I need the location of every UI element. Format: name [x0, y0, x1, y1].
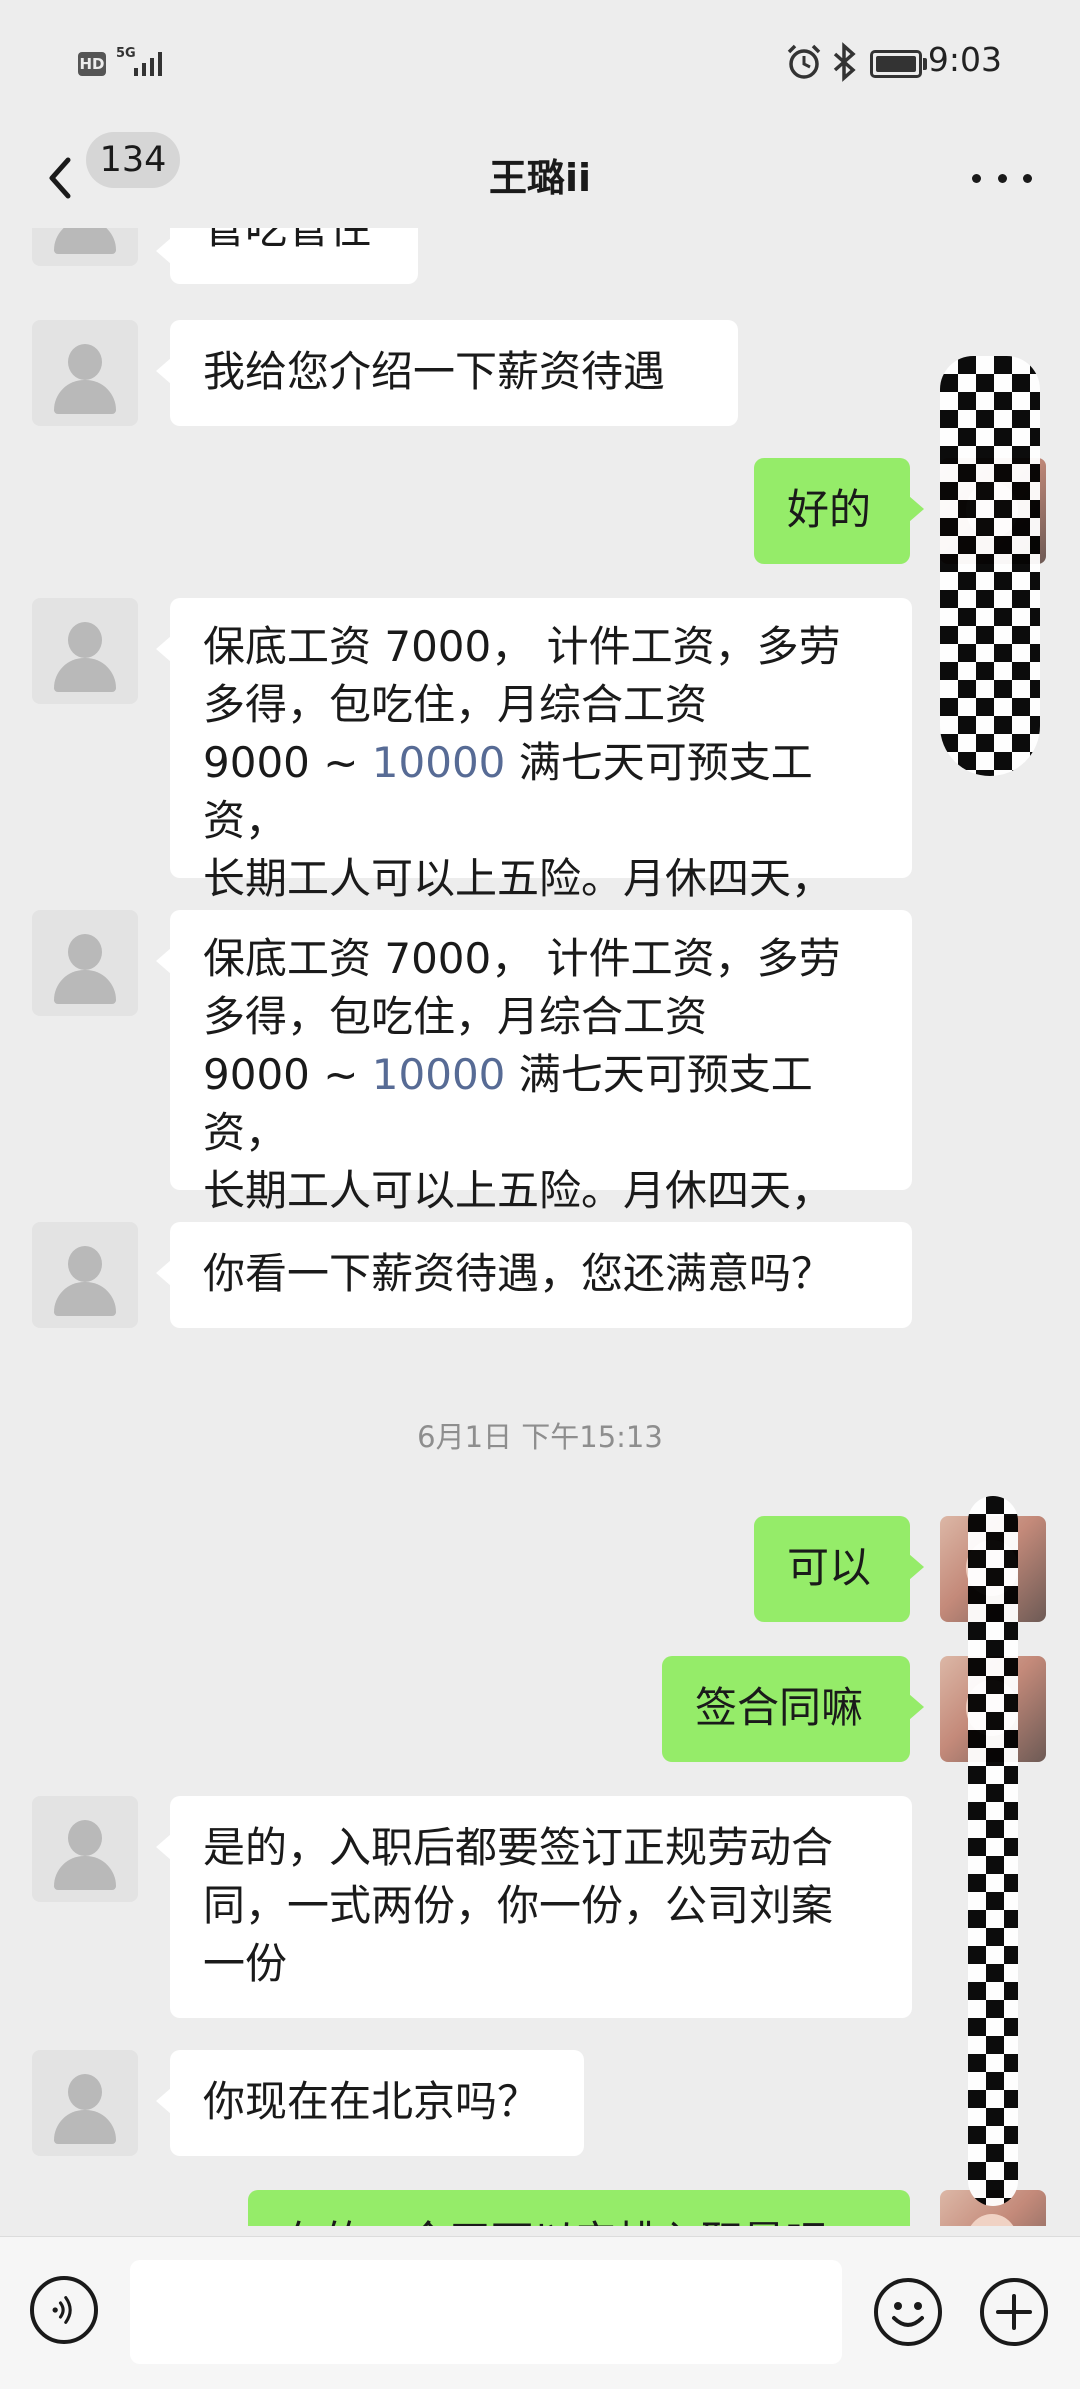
phone-link[interactable]: 10000 [372, 1050, 506, 1099]
message-line: 一份 [203, 1939, 288, 1988]
message-line: 同，一式两份，你一份，公司刘案 [203, 1881, 834, 1930]
alarm-icon [787, 44, 821, 79]
message-bubble-sent[interactable]: 签合同嘛 [662, 1656, 924, 1762]
message-line: 保底工资 7000， 计件工资，多劳 [203, 622, 841, 671]
message-line-group: 9000 ~ 10000 满七天可预支工资， [203, 734, 879, 850]
message-text: 管吃管住 [203, 228, 372, 253]
message-input[interactable] [130, 2260, 842, 2364]
message-bubble[interactable]: 管吃管住 [156, 228, 418, 284]
clock: 9:03 [927, 40, 1002, 79]
my-avatar[interactable] [940, 458, 1046, 564]
message-line: 是的，入职后都要签订正规劳动合 [203, 1823, 834, 1872]
message-line: 多得，包吃住，月综合工资 [203, 992, 708, 1041]
voice-icon[interactable] [30, 2276, 98, 2344]
bluetooth-icon [833, 42, 856, 82]
contact-avatar[interactable] [32, 1796, 138, 1902]
message-line: 长期工人可以上五险。月休四天， [203, 854, 834, 903]
message-text: 好的 [787, 485, 872, 534]
my-avatar[interactable] [940, 1656, 1046, 1762]
message-line: 9000 ~ [203, 1050, 372, 1099]
message-line: 9000 ~ [203, 738, 372, 787]
my-avatar[interactable] [940, 1516, 1046, 1622]
phone-link[interactable]: 10000 [372, 738, 506, 787]
message-line: 长期工人可以上五险。月休四天， [203, 1166, 834, 1215]
plus-icon[interactable] [978, 2276, 1050, 2348]
message-text: 可以 [787, 1543, 872, 1592]
hd-badge: HD [78, 52, 106, 76]
contact-avatar[interactable] [32, 228, 138, 266]
message-text: 你看一下薪资待遇，您还满意吗？ [203, 1249, 834, 1298]
my-avatar[interactable] [940, 2190, 1046, 2226]
message-bubble-sent[interactable]: 在的，今天可以安排入职是吧 [248, 2190, 910, 2226]
chat-title: 王璐ii [488, 156, 592, 200]
message-text: 签合同嘛 [695, 1683, 864, 1732]
message-bubble[interactable]: 你看一下薪资待遇，您还满意吗？ [156, 1222, 912, 1328]
message-bubble-sent[interactable]: 好的 [754, 458, 924, 564]
contact-avatar[interactable] [32, 910, 138, 1016]
message-bubble[interactable]: 保底工资 7000， 计件工资，多劳 多得，包吃住，月综合工资 9000 ~ 1… [156, 598, 912, 903]
message-bubble[interactable]: 保底工资 7000， 计件工资，多劳 多得，包吃住，月综合工资 9000 ~ 1… [156, 910, 912, 1215]
message-bubble[interactable]: 我给您介绍一下薪资待遇 [156, 320, 738, 426]
more-icon[interactable] [972, 158, 1032, 198]
battery-tip [923, 58, 927, 70]
message-line: 保底工资 7000， 计件工资，多劳 [203, 934, 841, 983]
message-timestamp: 6月1日 下午15:13 [417, 1420, 663, 1454]
contact-avatar[interactable] [32, 1222, 138, 1328]
message-line: 多得，包吃住，月综合工资 [203, 680, 708, 729]
message-text: 我给您介绍一下薪资待遇 [203, 347, 666, 396]
message-bubble[interactable]: 你现在在北京吗？ [156, 2050, 584, 2156]
redaction-scribble [940, 356, 1040, 776]
battery-icon [870, 50, 922, 78]
signal-icon [134, 52, 162, 76]
contact-avatar[interactable] [32, 320, 138, 426]
message-bubble[interactable]: 是的，入职后都要签订正规劳动合 同，一式两份，你一份，公司刘案 一份 [156, 1796, 912, 2018]
message-line-group: 9000 ~ 10000 满七天可预支工资， [203, 1046, 879, 1162]
message-list[interactable]: 管吃管住 我给您介绍一下薪资待遇 好的 保底工资 7000， 计件工资，多劳 多… [0, 228, 1080, 2226]
contact-avatar[interactable] [32, 598, 138, 704]
message-bubble-sent[interactable]: 可以 [754, 1516, 924, 1622]
message-text: 在的，今天可以安排入职是吧 [281, 2217, 827, 2226]
emoji-icon[interactable] [872, 2276, 944, 2348]
message-text: 你现在在北京吗？ [203, 2077, 540, 2126]
contact-avatar[interactable] [32, 2050, 138, 2156]
